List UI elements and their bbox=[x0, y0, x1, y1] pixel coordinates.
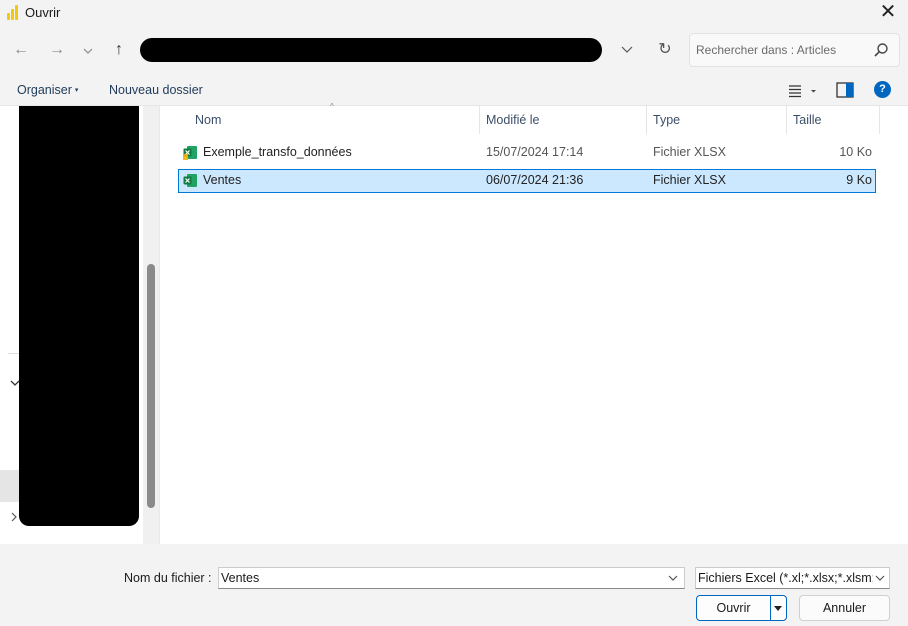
list-view-icon bbox=[789, 85, 816, 98]
column-header-size[interactable]: Taille bbox=[793, 106, 822, 134]
chevron-down-icon bbox=[621, 46, 633, 53]
column-separator[interactable] bbox=[479, 106, 480, 134]
nav-divider bbox=[8, 353, 19, 354]
recent-locations-button[interactable] bbox=[77, 38, 99, 62]
file-type: Fichier XLSX bbox=[653, 145, 726, 159]
title-bar: Ouvrir ✕ bbox=[0, 0, 908, 26]
forward-button[interactable]: → bbox=[46, 38, 68, 62]
preview-pane-button[interactable] bbox=[836, 82, 854, 98]
nav-scrollbar[interactable] bbox=[143, 106, 160, 544]
file-modified: 15/07/2024 17:14 bbox=[486, 145, 584, 159]
file-size: 10 Ko bbox=[839, 145, 872, 159]
dialog-footer: Nom du fichier : Ventes Fichiers Excel (… bbox=[0, 544, 908, 626]
chevron-down-icon[interactable] bbox=[875, 574, 885, 582]
file-type: Fichier XLSX bbox=[653, 173, 726, 187]
refresh-button[interactable]: ↻ bbox=[654, 38, 676, 62]
chevron-down-icon[interactable] bbox=[668, 574, 678, 582]
back-button[interactable]: ← bbox=[10, 38, 32, 62]
window-title: Ouvrir bbox=[25, 5, 61, 20]
file-type-filter-value: Fichiers Excel (*.xl;*.xlsx;*.xlsm;*.xls… bbox=[698, 571, 873, 585]
preview-pane-icon bbox=[836, 82, 854, 98]
file-list: ^ Nom Modifié le Type Taille Exemple_tra… bbox=[161, 102, 908, 544]
column-header-name[interactable]: Nom bbox=[195, 106, 221, 134]
file-size: 9 Ko bbox=[846, 173, 872, 187]
file-type-filter[interactable]: Fichiers Excel (*.xl;*.xlsx;*.xlsm;*.xls… bbox=[695, 567, 890, 589]
help-button[interactable]: ? bbox=[874, 81, 891, 98]
address-history-button[interactable] bbox=[620, 38, 636, 62]
address-bar[interactable] bbox=[140, 38, 602, 62]
dialog-content: ^ Nom Modifié le Type Taille Exemple_tra… bbox=[0, 102, 908, 544]
split-divider bbox=[770, 596, 771, 620]
caret-down-icon: ▾ bbox=[74, 87, 79, 94]
chevron-right-icon[interactable] bbox=[10, 512, 18, 525]
open-options-arrow-icon[interactable] bbox=[773, 604, 783, 612]
search-box[interactable] bbox=[689, 33, 900, 67]
open-button[interactable]: Ouvrir bbox=[696, 595, 787, 621]
column-separator[interactable] bbox=[879, 106, 880, 134]
column-header-type[interactable]: Type bbox=[653, 106, 680, 134]
navigation-tree[interactable] bbox=[19, 106, 139, 526]
file-name: Ventes bbox=[203, 173, 242, 187]
chevron-down-icon bbox=[83, 48, 93, 54]
search-icon[interactable] bbox=[873, 42, 889, 58]
change-view-button[interactable] bbox=[786, 82, 820, 100]
filename-field[interactable]: Ventes bbox=[218, 567, 685, 589]
filename-label: Nom du fichier : bbox=[124, 571, 212, 585]
scrollbar-thumb[interactable] bbox=[147, 264, 155, 508]
filename-value: Ventes bbox=[221, 571, 260, 585]
file-name: Exemple_transfo_données bbox=[203, 145, 352, 159]
column-separator[interactable] bbox=[786, 106, 787, 134]
command-bar: Organiser ▾ Nouveau dossier ? bbox=[0, 74, 908, 106]
cancel-button[interactable]: Annuler bbox=[799, 595, 890, 621]
new-folder-button[interactable]: Nouveau dossier bbox=[109, 83, 203, 97]
file-modified: 06/07/2024 21:36 bbox=[486, 173, 584, 187]
nav-item-selected[interactable] bbox=[0, 470, 19, 502]
chevron-down-icon[interactable] bbox=[10, 378, 20, 390]
navigation-bar: ← → ↑ ↻ bbox=[0, 26, 908, 74]
file-row[interactable]: Exemple_transfo_données 15/07/2024 17:14… bbox=[178, 141, 876, 165]
excel-file-icon bbox=[183, 146, 197, 160]
column-separator[interactable] bbox=[646, 106, 647, 134]
file-row-selected[interactable]: Ventes 06/07/2024 21:36 Fichier XLSX 9 K… bbox=[178, 169, 876, 193]
column-header-modified[interactable]: Modifié le bbox=[486, 106, 540, 134]
up-button[interactable]: ↑ bbox=[108, 38, 130, 62]
organize-menu[interactable]: Organiser ▾ bbox=[17, 83, 78, 97]
open-button-label: Ouvrir bbox=[716, 601, 751, 615]
search-input[interactable] bbox=[696, 41, 872, 59]
excel-file-icon bbox=[183, 174, 197, 187]
sort-indicator-icon: ^ bbox=[330, 102, 334, 111]
organize-label: Organiser bbox=[17, 83, 72, 97]
close-button[interactable]: ✕ bbox=[876, 1, 900, 25]
navigation-pane[interactable] bbox=[0, 106, 143, 544]
power-bi-icon bbox=[7, 5, 21, 20]
